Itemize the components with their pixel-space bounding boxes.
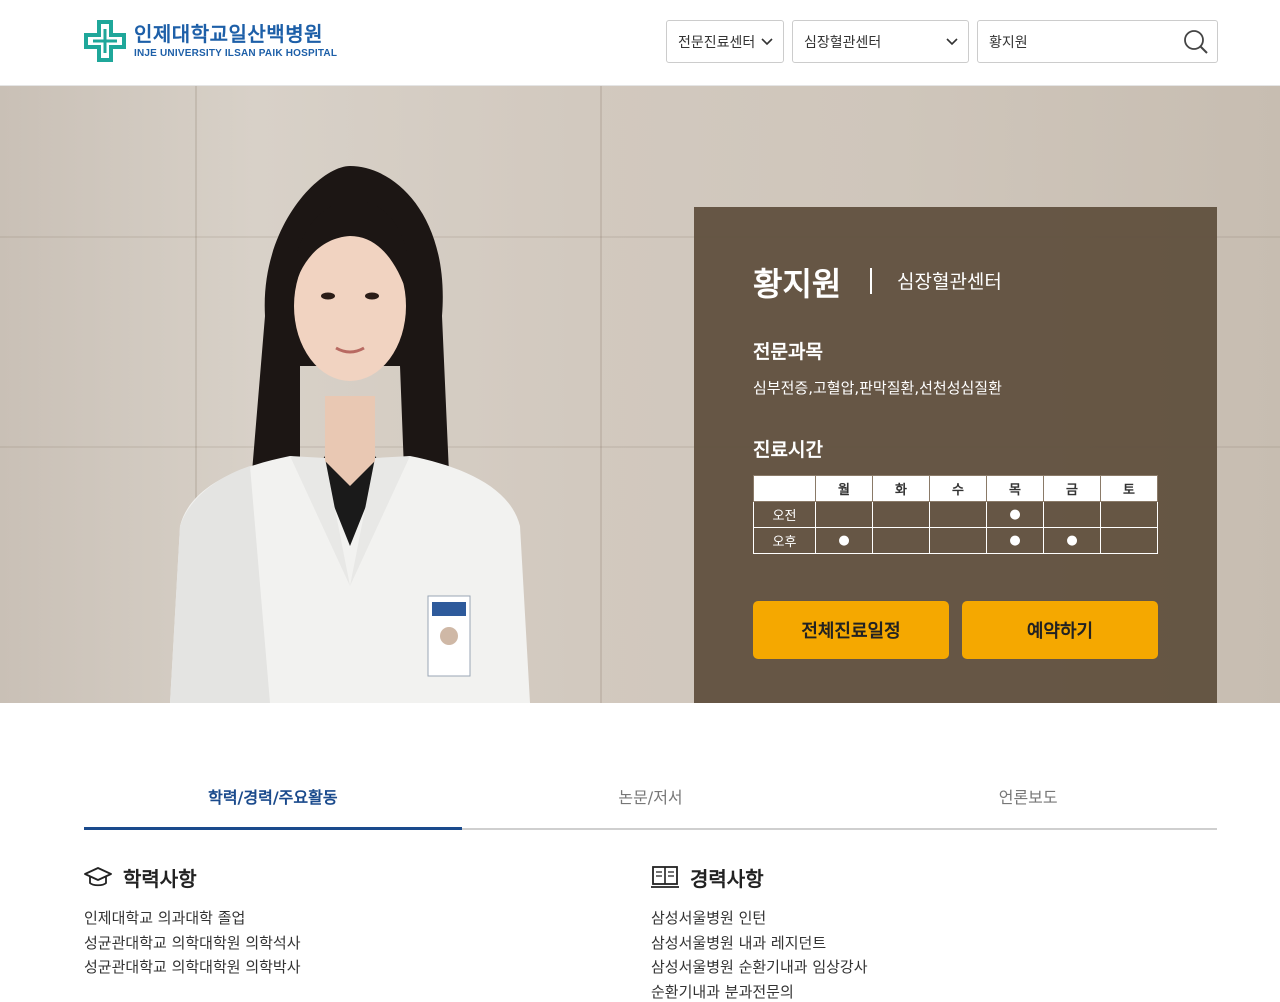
schedule-cell — [929, 527, 987, 554]
open-book-icon — [651, 866, 679, 888]
specialty-value: 심부전증,고혈압,판막질환,선천성심질환 — [753, 379, 1002, 397]
doctor-portrait — [170, 166, 530, 703]
list-item: 순환기내과 분과전문의 — [651, 982, 794, 1001]
career-section: 경력사항 삼성서울병원 인턴 삼성서울병원 내과 레지던트 삼성서울병원 순환기… — [651, 862, 1151, 1002]
education-section: 학력사항 인제대학교 의과대학 졸업 성균관대학교 의학대학원 의학석사 성균관… — [84, 862, 584, 980]
tab-papers[interactable]: 논문/저서 — [462, 770, 840, 828]
list-item: 삼성서울병원 순환기내과 임상강사 — [651, 958, 868, 976]
schedule-cell: ● — [1043, 527, 1101, 554]
tab-education-career[interactable]: 학력/경력/주요활동 — [84, 770, 462, 830]
doctor-department: 심장혈관센터 — [897, 271, 1002, 293]
list-item: 성균관대학교 의학대학원 의학박사 — [84, 958, 301, 976]
schedule-day-header: 목 — [986, 475, 1044, 502]
career-list: 삼성서울병원 인턴 삼성서울병원 내과 레지던트 삼성서울병원 순환기내과 임상… — [651, 906, 1151, 1002]
schedule-table: 월 화 수 목 금 토 오전 ● 오후 ● ● ● — [753, 475, 1158, 554]
schedule-cell — [872, 501, 930, 528]
doctor-info-panel: 황지원 심장혈관센터 전문과목 심부전증,고혈압,판막질환,선천성심질환 진료시… — [694, 207, 1217, 703]
doctor-hero: 황지원 심장혈관센터 전문과목 심부전증,고혈압,판막질환,선천성심질환 진료시… — [0, 86, 1280, 703]
list-item: 성균관대학교 의학대학원 의학석사 — [84, 933, 301, 952]
schedule-corner-cell — [753, 475, 816, 502]
schedule-row-afternoon: 오후 ● ● ● — [753, 527, 1158, 554]
schedule-cell — [1100, 501, 1158, 528]
search-icon[interactable] — [1181, 27, 1211, 57]
profile-tabs: 학력/경력/주요활동 논문/저서 언론보도 — [84, 770, 1217, 830]
list-item: 삼성서울병원 인턴 — [651, 909, 767, 927]
logo-english-name: INJE UNIVERSITY ILSAN PAIK HOSPITAL — [134, 48, 338, 59]
schedule-cell — [1100, 527, 1158, 554]
doctor-name: 황지원 — [753, 265, 842, 303]
schedule-day-header: 수 — [929, 475, 987, 502]
schedule-day-header: 월 — [815, 475, 873, 502]
schedule-cell: ● — [986, 501, 1044, 528]
logo-korean-name: 인제대학교일산백병원 — [134, 22, 323, 46]
reserve-button[interactable]: 예약하기 — [962, 601, 1158, 659]
site-header: 인제대학교일산백병원 INJE UNIVERSITY ILSAN PAIK HO… — [0, 0, 1280, 86]
hospital-logo[interactable]: 인제대학교일산백병원 INJE UNIVERSITY ILSAN PAIK HO… — [84, 20, 337, 62]
list-item: 인제대학교 의과대학 졸업 — [84, 909, 246, 927]
schedule-day-header: 금 — [1043, 475, 1101, 502]
schedule-cell: ● — [815, 527, 873, 554]
list-item: 삼성서울병원 내과 레지던트 — [651, 933, 827, 952]
full-schedule-button[interactable]: 전체진료일정 — [753, 601, 949, 659]
schedule-heading: 진료시간 — [753, 439, 823, 461]
schedule-row-label: 오전 — [753, 501, 816, 528]
specialty-heading: 전문과목 — [753, 341, 823, 363]
schedule-cell — [815, 501, 873, 528]
center-select[interactable]: 심장혈관센터 — [792, 20, 969, 63]
center-select-value: 심장혈관센터 — [804, 34, 882, 51]
doctor-search-box — [977, 20, 1218, 63]
center-type-select[interactable]: 전문진료센터 — [666, 20, 784, 63]
schedule-cell: ● — [986, 527, 1044, 554]
schedule-row-label: 오후 — [753, 527, 816, 554]
schedule-cell — [872, 527, 930, 554]
schedule-day-header: 화 — [872, 475, 930, 502]
chevron-down-icon — [761, 38, 773, 46]
center-type-select-value: 전문진료센터 — [678, 34, 756, 51]
schedule-cell — [1043, 501, 1101, 528]
graduation-cap-icon — [84, 867, 112, 887]
chevron-down-icon — [946, 38, 958, 46]
schedule-day-header: 토 — [1100, 475, 1158, 502]
schedule-cell — [929, 501, 987, 528]
education-title: 학력사항 — [123, 866, 197, 891]
tab-press[interactable]: 언론보도 — [839, 770, 1217, 828]
education-list: 인제대학교 의과대학 졸업 성균관대학교 의학대학원 의학석사 성균관대학교 의… — [84, 906, 584, 980]
name-divider — [870, 268, 872, 294]
doctor-search-input[interactable] — [978, 21, 1178, 62]
schedule-row-morning: 오전 ● — [753, 501, 1158, 528]
career-title: 경력사항 — [690, 866, 764, 891]
hospital-cross-logo-icon — [84, 20, 126, 62]
